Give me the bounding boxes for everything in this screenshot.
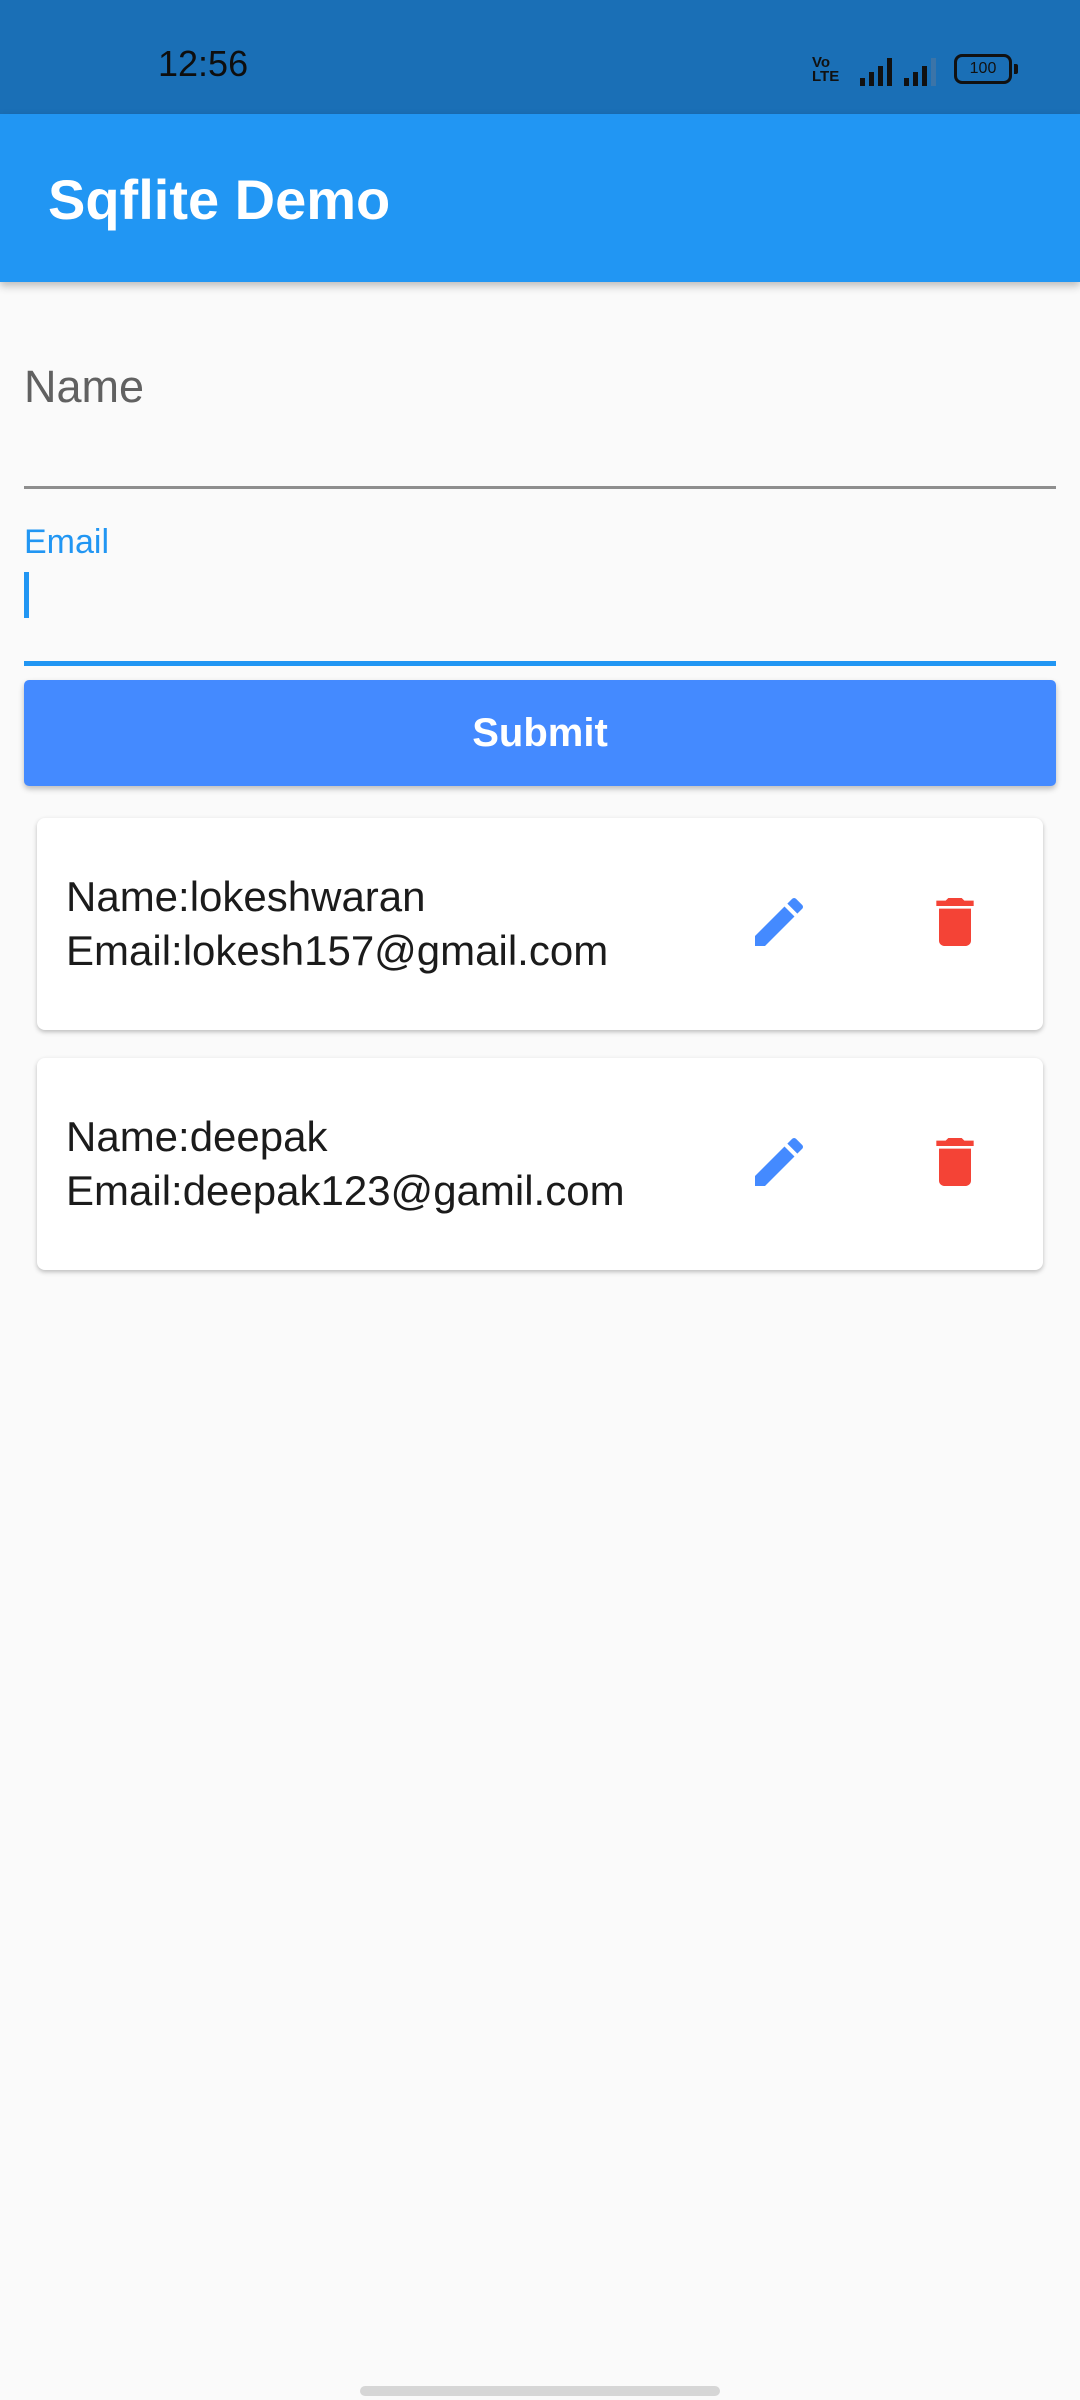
status-bar: 12:56 Vo LTE 100 (0, 0, 1080, 114)
submit-button[interactable]: Submit (24, 680, 1056, 786)
name-field[interactable]: Name (24, 330, 1056, 489)
record-name: Name:deepak (66, 1113, 328, 1160)
signal-strength-secondary-icon (904, 56, 936, 86)
record-email: Email:deepak123@gamil.com (66, 1167, 625, 1214)
pencil-icon (755, 897, 804, 946)
name-placeholder: Name (24, 361, 145, 412)
record-card: Name:deepak Email:deepak123@gamil.com (37, 1058, 1043, 1270)
record-name: Name:lokeshwaran (66, 873, 426, 920)
app-title: Sqflite Demo (48, 168, 391, 231)
battery-icon: 100 (954, 54, 1018, 84)
edit-button[interactable] (747, 1130, 811, 1194)
record-text: Name:lokeshwaran Email:lokesh157@gmail.c… (66, 870, 608, 978)
record-card: Name:lokeshwaran Email:lokesh157@gmail.c… (37, 818, 1043, 1030)
email-label: Email (24, 523, 110, 561)
signal-strength-icon (860, 56, 892, 86)
record-email: Email:lokesh157@gmail.com (66, 927, 609, 974)
app-bar: Sqflite Demo (0, 114, 1080, 282)
delete-button[interactable] (923, 1130, 987, 1194)
home-indicator[interactable] (360, 2386, 720, 2396)
pencil-icon (755, 1137, 804, 1186)
edit-button[interactable] (747, 890, 811, 954)
status-icons: Vo LTE 100 (812, 50, 1018, 86)
email-field[interactable]: Email (24, 500, 1056, 666)
volte-text-bottom: LTE (812, 68, 840, 85)
trash-icon (936, 898, 974, 946)
record-text: Name:deepak Email:deepak123@gamil.com (66, 1110, 625, 1218)
trash-icon (936, 1138, 974, 1186)
status-time: 12:56 (158, 43, 249, 84)
delete-button[interactable] (923, 890, 987, 954)
text-cursor (24, 572, 29, 618)
volte-icon: Vo LTE (812, 55, 848, 86)
